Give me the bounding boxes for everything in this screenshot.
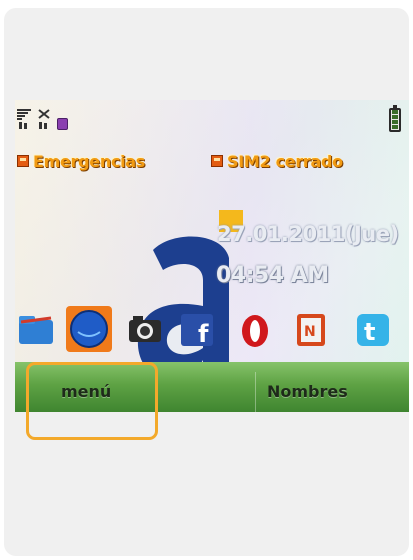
sim-icon (17, 155, 29, 167)
signal-strength-icon (17, 109, 31, 129)
facebook-icon[interactable]: f (177, 310, 217, 350)
svg-text:f: f (198, 320, 209, 348)
svg-text:t: t (364, 318, 375, 346)
browser-globe-icon[interactable] (66, 306, 112, 352)
status-bar (15, 100, 409, 136)
time-display: 04:54 AM (216, 263, 329, 288)
sim-icon (211, 155, 223, 167)
softkey-divider (255, 372, 256, 412)
contacts-softkey[interactable]: Nombres (267, 382, 348, 401)
camera-icon[interactable] (125, 310, 165, 350)
battery-icon (389, 105, 401, 132)
notification-label: SIM2 cerrado (227, 151, 343, 171)
twitter-icon[interactable]: t (353, 310, 393, 350)
svg-text:N: N (304, 324, 316, 340)
menu-highlight-box (26, 362, 158, 440)
notification-sim2[interactable]: SIM2 cerrado (211, 150, 343, 172)
folder-icon[interactable] (17, 310, 57, 350)
message-icon (57, 118, 68, 130)
opera-icon[interactable] (235, 310, 275, 350)
news-icon[interactable]: N (291, 310, 331, 350)
notification-emergencias[interactable]: Emergencias (17, 150, 145, 172)
date-display: 27.01.2011(Jue) (217, 222, 399, 246)
notification-label: Emergencias (33, 151, 146, 171)
sim2-signal-crossed-icon (38, 109, 50, 129)
app-dock: f N t (15, 304, 409, 354)
